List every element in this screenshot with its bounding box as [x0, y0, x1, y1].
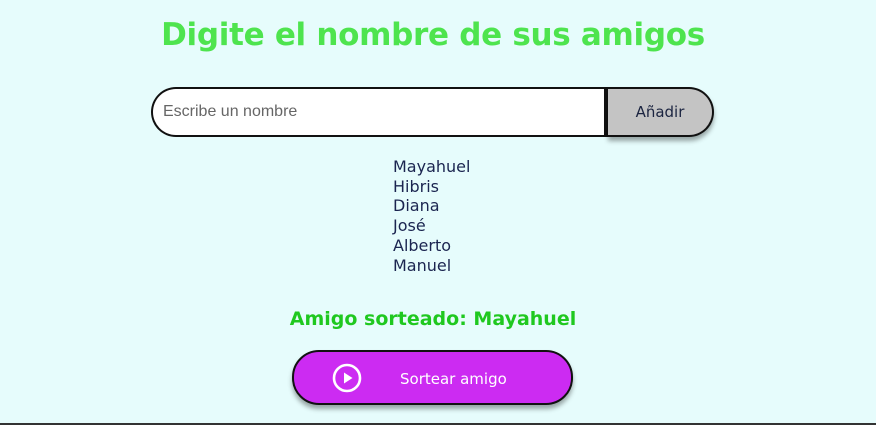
draw-button-label: Sortear amigo	[400, 370, 507, 388]
list-item: Hibris	[393, 176, 439, 196]
friend-name-input[interactable]	[151, 87, 608, 137]
list-item: Manuel	[393, 255, 452, 275]
list-item: Diana	[393, 196, 440, 216]
list-item: Alberto	[393, 235, 452, 255]
page-title: Digite el nombre de sus amigos	[161, 17, 705, 53]
play-circle-icon	[332, 363, 362, 393]
list-item: Mayahuel	[393, 157, 471, 176]
list-item: José	[393, 216, 426, 236]
add-button[interactable]: Añadir	[608, 87, 714, 137]
draw-friend-button[interactable]: Sortear amigo	[292, 350, 573, 405]
friend-input-group: Añadir	[151, 87, 714, 137]
draw-result: Amigo sorteado: Mayahuel	[289, 308, 577, 330]
friends-list: Mayahuel Hibris Diana José Alberto Manue…	[393, 157, 470, 275]
